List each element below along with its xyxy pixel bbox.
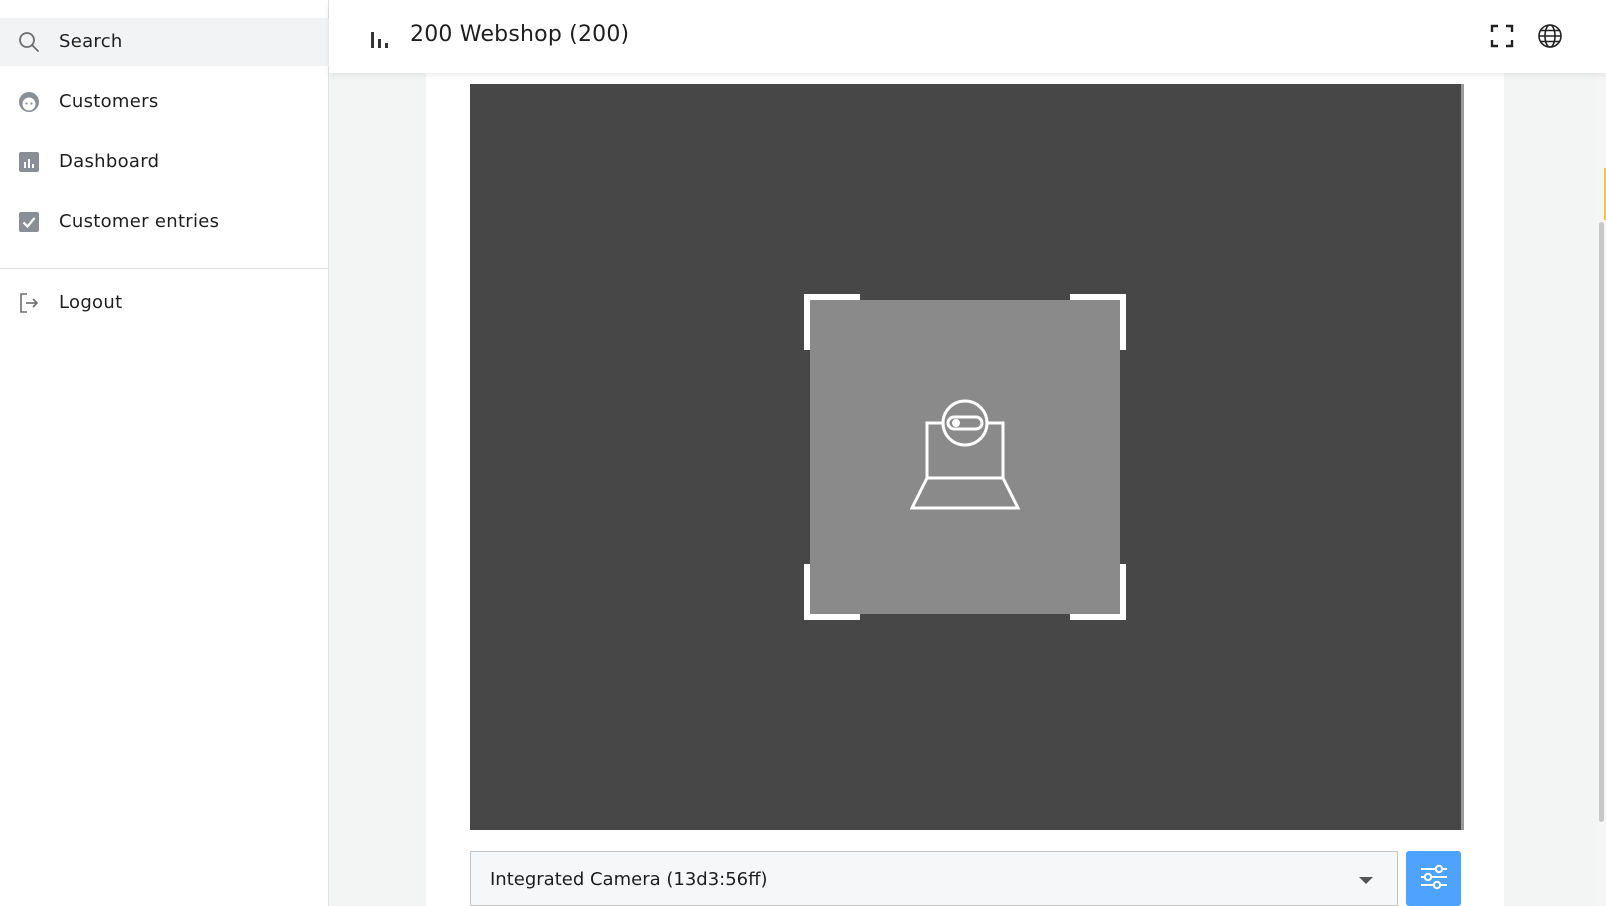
sidebar-divider (0, 268, 329, 269)
scan-frame-corner (804, 294, 860, 350)
scan-frame-corner (804, 564, 860, 620)
sidebar-item-customers[interactable]: Customers (0, 78, 329, 126)
camera-select-value: Integrated Camera (13d3:56ff) (490, 869, 768, 890)
logout-icon (18, 292, 40, 314)
sidebar-item-search[interactable]: Search (0, 18, 329, 66)
search-icon (18, 31, 40, 53)
sidebar-item-label: Logout (59, 292, 123, 313)
scan-frame-corner (1070, 564, 1126, 620)
checkbox-icon (18, 211, 40, 233)
chevron-down-icon (1359, 877, 1373, 884)
camera-preview (470, 84, 1464, 830)
page-scrollbar-thumb[interactable] (1599, 222, 1604, 822)
sidebar-item-label: Customer entries (59, 211, 220, 232)
sliders-icon (1419, 862, 1449, 896)
sidebar-item-customer-entries[interactable]: Customer entries (0, 198, 329, 246)
sidebar-item-dashboard[interactable]: Dashboard (0, 138, 329, 186)
sidebar-item-label: Dashboard (59, 151, 160, 172)
sidebar-item-logout[interactable]: Logout (0, 279, 329, 327)
dashboard-icon (18, 151, 40, 173)
sidebar: Search Customers Dashboard Customer entr… (0, 0, 329, 906)
camera-select[interactable]: Integrated Camera (13d3:56ff) (470, 851, 1398, 906)
globe-icon[interactable] (1537, 23, 1563, 49)
scan-frame-corner (1070, 294, 1126, 350)
bar-chart-icon (369, 26, 391, 48)
fullscreen-icon[interactable] (1490, 24, 1514, 48)
face-icon (18, 91, 40, 113)
camera-settings-button[interactable] (1406, 851, 1461, 906)
webcam-icon (909, 398, 1021, 514)
sidebar-item-label: Search (59, 31, 123, 52)
app-header: 200 Webshop (200) (329, 0, 1606, 73)
page-title: 200 Webshop (200) (410, 22, 630, 47)
sidebar-item-label: Customers (59, 91, 159, 112)
